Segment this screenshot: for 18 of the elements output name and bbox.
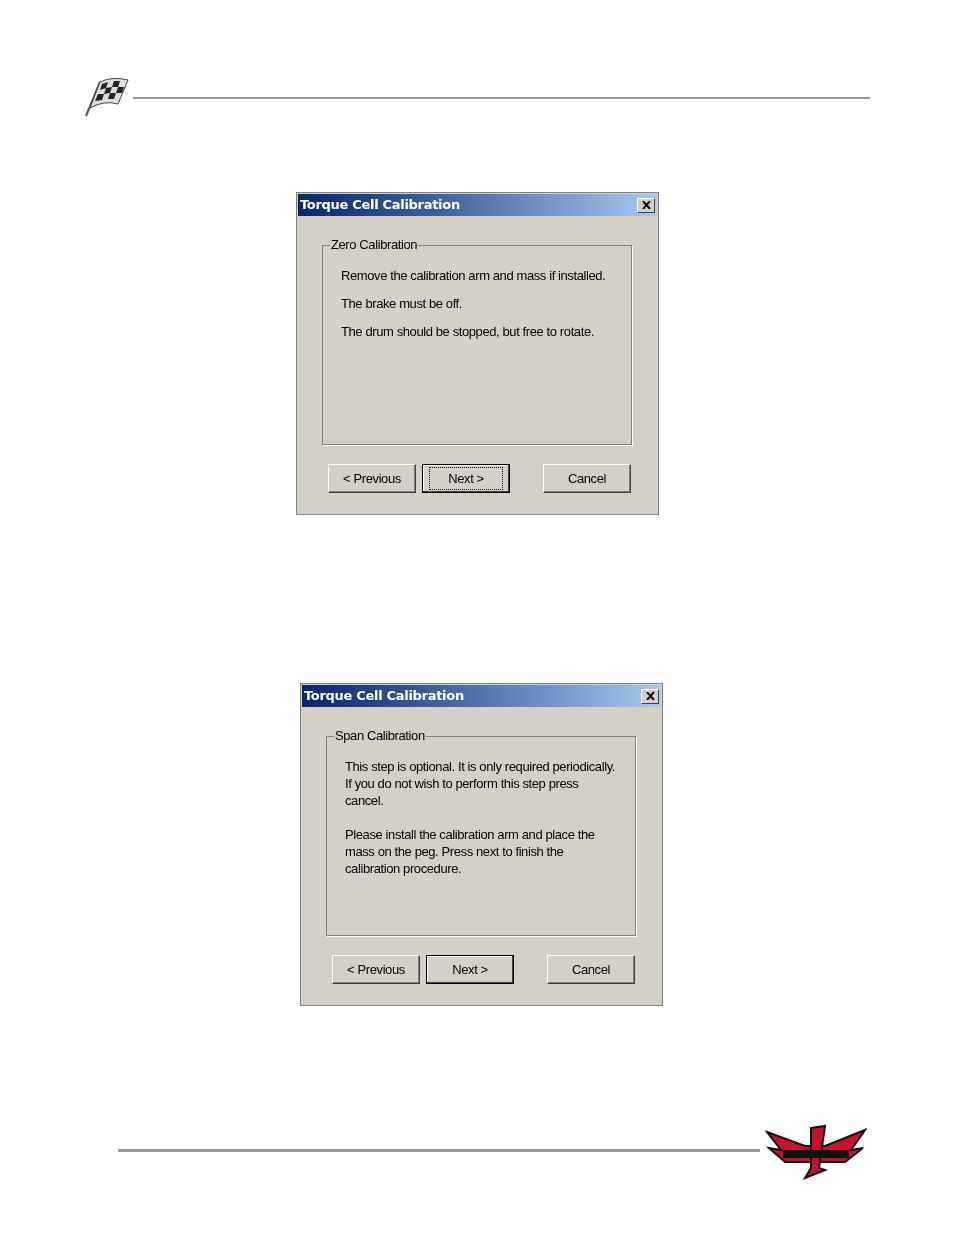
next-button[interactable]: Next > [422,464,510,493]
next-button[interactable]: Next > [426,955,514,984]
close-icon [641,201,651,209]
previous-button[interactable]: < Previous [328,464,416,493]
instruction-text: This step is optional. It is only required periodically. If you do not wish to perform this step press cancel. [345,758,616,809]
previous-button[interactable]: < Previous [332,955,420,984]
instruction-text: The drum should be stopped, but free to rotate. [341,323,595,340]
group-label: Span Calibration [334,728,426,744]
instruction-text: The brake must be off. [341,295,464,312]
close-button[interactable] [637,197,655,213]
close-button[interactable] [641,688,659,704]
instruction-text: Please install the calibration arm and place the mass on the peg. Press next to finish the calibration procedure. [345,826,596,877]
window-title: Torque Cell Calibration [304,687,464,706]
instruction-text: Remove the calibration arm and mass if installed. [341,267,607,284]
close-icon [645,692,655,700]
cancel-button[interactable]: Cancel [543,464,631,493]
cancel-button[interactable]: Cancel [547,955,635,984]
window-title: Torque Cell Calibration [300,196,460,215]
